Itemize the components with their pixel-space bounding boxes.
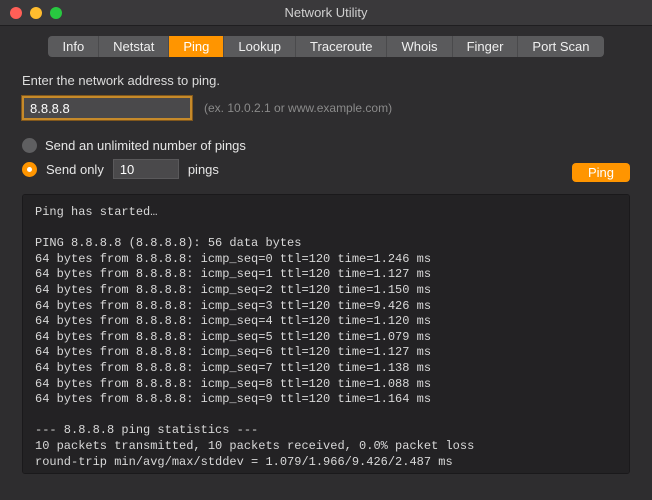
tab-netstat[interactable]: Netstat (99, 36, 169, 57)
radio-unlimited-label: Send an unlimited number of pings (45, 138, 246, 153)
address-input[interactable] (22, 96, 192, 120)
radio-sendonly[interactable] (22, 162, 37, 177)
radio-unlimited[interactable] (22, 138, 37, 153)
tab-traceroute[interactable]: Traceroute (296, 36, 387, 57)
tab-ping[interactable]: Ping (169, 36, 224, 57)
ping-count-input[interactable] (113, 159, 179, 179)
tab-whois[interactable]: Whois (387, 36, 452, 57)
ping-button[interactable]: Ping (572, 163, 630, 182)
minimize-icon[interactable] (30, 7, 42, 19)
tab-info[interactable]: Info (48, 36, 99, 57)
radio-sendonly-label: Send only (46, 162, 104, 177)
address-hint: (ex. 10.0.2.1 or www.example.com) (204, 101, 392, 115)
window-title: Network Utility (0, 5, 652, 20)
address-prompt: Enter the network address to ping. (22, 73, 630, 88)
zoom-icon[interactable] (50, 7, 62, 19)
pings-suffix: pings (188, 162, 219, 177)
close-icon[interactable] (10, 7, 22, 19)
tab-bar: Info Netstat Ping Lookup Traceroute Whoi… (0, 26, 652, 65)
ping-output[interactable]: Ping has started… PING 8.8.8.8 (8.8.8.8)… (22, 194, 630, 474)
tab-lookup[interactable]: Lookup (224, 36, 296, 57)
titlebar: Network Utility (0, 0, 652, 26)
tab-finger[interactable]: Finger (453, 36, 519, 57)
tab-portscan[interactable]: Port Scan (518, 36, 603, 57)
